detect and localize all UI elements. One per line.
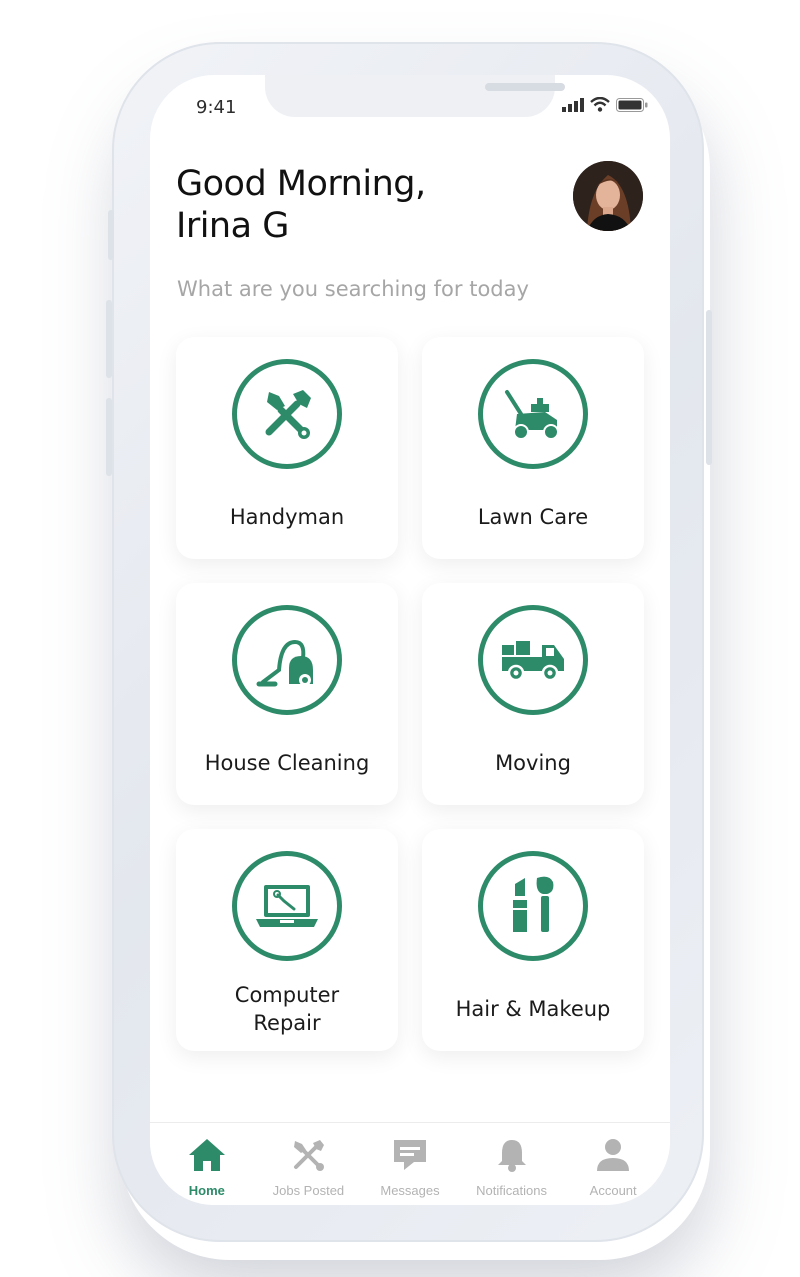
- tab-notifications[interactable]: Notifications: [462, 1123, 562, 1205]
- tab-label: Home: [188, 1183, 225, 1198]
- tools-icon: [265, 390, 311, 439]
- signal-icon: [562, 98, 584, 112]
- tools-icon: [294, 1140, 325, 1171]
- mute-switch: [108, 210, 114, 260]
- speaker: [485, 83, 565, 91]
- greeting-line: Good Morning,: [176, 164, 426, 204]
- service-label: Hair & Makeup: [455, 997, 611, 1021]
- service-label-line: Computer: [234, 983, 340, 1007]
- home-icon: [188, 1139, 225, 1171]
- tab-messages[interactable]: Messages: [360, 1123, 460, 1205]
- bell-icon: [497, 1140, 526, 1172]
- service-icon-circle: [232, 359, 342, 469]
- service-card-lawn-care[interactable]: Lawn Care: [422, 337, 644, 559]
- service-label: Lawn Care: [477, 505, 589, 529]
- service-label: House Cleaning: [204, 751, 370, 775]
- tab-jobs-posted[interactable]: Jobs Posted: [258, 1123, 358, 1205]
- power-button: [706, 310, 712, 465]
- battery-icon: [616, 98, 648, 112]
- bottom-tab-bar: Home Jobs Posted Messages Notifications …: [150, 1122, 670, 1205]
- tab-label: Notifications: [476, 1183, 547, 1198]
- app-screen: 9:41 Good Morning, Irina G What are you …: [150, 75, 670, 1205]
- tab-label: Jobs Posted: [272, 1183, 345, 1198]
- avatar[interactable]: [573, 161, 643, 231]
- service-card-computer-repair[interactable]: Computer Repair: [176, 829, 398, 1051]
- page-subtitle: What are you searching for today: [177, 277, 529, 301]
- service-label: Handyman: [229, 505, 345, 529]
- volume-up-button: [106, 300, 112, 378]
- notch: [265, 75, 565, 117]
- greeting: Good Morning, Irina G: [176, 163, 426, 247]
- user-icon: [597, 1139, 630, 1171]
- lawn-mower-icon: [505, 390, 559, 440]
- service-card-hair-makeup[interactable]: Hair & Makeup: [422, 829, 644, 1051]
- service-card-handyman[interactable]: Handyman: [176, 337, 398, 559]
- service-icon-circle: [232, 851, 342, 961]
- laptop-repair-icon: [256, 885, 318, 927]
- message-icon: [393, 1140, 426, 1170]
- service-card-house-cleaning[interactable]: House Cleaning: [176, 583, 398, 805]
- service-card-moving[interactable]: Moving: [422, 583, 644, 805]
- service-icon-circle: [478, 605, 588, 715]
- vacuum-icon: [256, 639, 313, 687]
- tab-label: Messages: [380, 1183, 440, 1198]
- service-label: Moving: [495, 751, 571, 775]
- makeup-icon: [513, 876, 554, 932]
- service-icon-circle: [478, 359, 588, 469]
- services-grid: Handyman Lawn Care House Cleaning Moving…: [176, 337, 644, 1051]
- avatar-photo: [573, 161, 643, 231]
- service-label: Computer Repair: [176, 981, 398, 1037]
- service-icon-circle: [232, 605, 342, 715]
- wifi-icon: [590, 97, 610, 112]
- status-time: 9:41: [196, 97, 237, 118]
- user-name: Irina G: [176, 206, 289, 246]
- service-icon-circle: [478, 851, 588, 961]
- tab-account[interactable]: Account: [563, 1123, 663, 1205]
- status-icons: [562, 97, 648, 112]
- tab-home[interactable]: Home: [157, 1123, 257, 1205]
- truck-icon: [502, 641, 564, 682]
- tab-label: Account: [589, 1183, 637, 1198]
- volume-down-button: [106, 398, 112, 476]
- service-label-line: Repair: [253, 1011, 321, 1035]
